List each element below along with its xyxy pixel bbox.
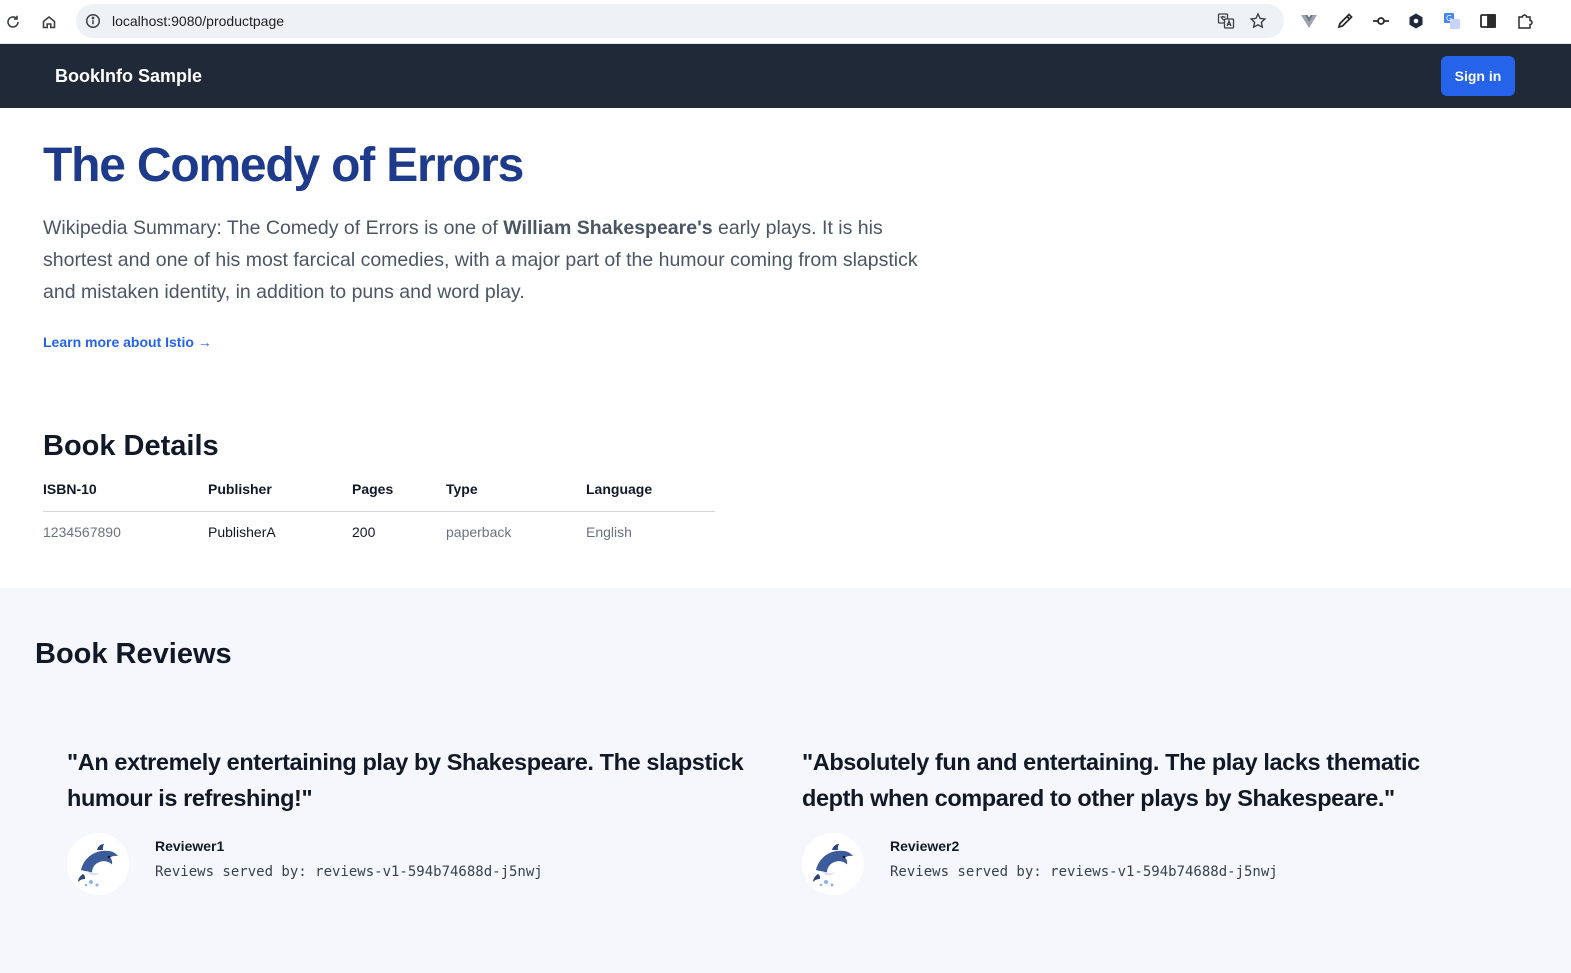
vue-devtools-icon[interactable]	[1298, 10, 1320, 32]
eyedropper-icon[interactable]	[1334, 10, 1356, 32]
svg-text:G: G	[1446, 14, 1452, 23]
cell-publisher: PublisherA	[208, 524, 276, 541]
book-reviews-heading: Book Reviews	[35, 638, 232, 670]
git-commit-icon[interactable]	[1370, 10, 1392, 32]
review-text: "Absolutely fun and entertaining. The pl…	[802, 749, 1420, 811]
review-card: "Absolutely fun and entertaining. The pl…	[802, 744, 1482, 895]
dolphin-avatar-icon	[67, 833, 129, 895]
reload-icon[interactable]	[2, 11, 24, 33]
header-pages: Pages	[352, 468, 446, 512]
cell-language: English	[586, 524, 632, 541]
review-card: "An extremely entertaining play by Shake…	[67, 744, 747, 895]
header-publisher: Publisher	[208, 468, 352, 512]
brand-title[interactable]: BookInfo Sample	[55, 44, 202, 108]
reviewer-name: Reviewer1	[155, 838, 225, 854]
book-details-heading: Book Details	[43, 430, 219, 462]
book-summary: Wikipedia Summary: The Comedy of Errors …	[43, 212, 943, 308]
learn-more-link[interactable]: Learn more about Istio →	[43, 334, 212, 350]
summary-prefix: Wikipedia Summary: The Comedy of Errors …	[43, 217, 504, 239]
header-type: Type	[446, 468, 586, 512]
reviewer-name: Reviewer2	[890, 838, 960, 854]
home-icon[interactable]	[38, 11, 60, 33]
table-header-row: ISBN-10 Publisher Pages Type Language	[43, 468, 715, 512]
cell-type: paperback	[446, 524, 512, 541]
info-icon[interactable]	[82, 10, 104, 32]
served-by-text: Reviews served by: reviews-v1-594b74688d…	[890, 864, 1278, 880]
sign-in-button[interactable]: Sign in	[1441, 56, 1515, 96]
cell-pages: 200	[352, 524, 376, 541]
sidepanel-icon[interactable]	[1477, 10, 1499, 32]
reviewer-info: Reviewer2 Reviews served by: reviews-v1-…	[802, 833, 1482, 895]
header-isbn: ISBN-10	[43, 468, 208, 512]
dolphin-avatar-icon	[802, 833, 864, 895]
book-details-table: ISBN-10 Publisher Pages Type Language 12…	[43, 468, 715, 553]
address-bar[interactable]: localhost:9080/productpage	[76, 4, 1284, 38]
summary-author: William Shakespeare's	[503, 217, 713, 239]
cell-isbn: 1234567890	[43, 524, 121, 541]
google-translate-icon[interactable]: G	[1441, 10, 1463, 32]
served-by-text: Reviews served by: reviews-v1-594b74688d…	[155, 864, 543, 880]
app-navbar: BookInfo Sample Sign in	[0, 44, 1571, 108]
translate-icon[interactable]	[1216, 11, 1236, 31]
browser-toolbar: localhost:9080/productpage G	[0, 0, 1571, 44]
table-row: 1234567890 PublisherA 200 paperback Engl…	[43, 511, 715, 553]
puzzle-extensions-icon[interactable]	[1514, 10, 1536, 32]
star-icon[interactable]	[1248, 11, 1268, 31]
hexagon-extension-icon[interactable]	[1405, 10, 1427, 32]
header-language: Language	[586, 468, 715, 512]
review-text: "An extremely entertaining play by Shake…	[67, 749, 744, 811]
reviewer-info: Reviewer1 Reviews served by: reviews-v1-…	[67, 833, 747, 895]
book-reviews-section: Book Reviews "An extremely entertaining …	[0, 588, 1571, 973]
book-title: The Comedy of Errors	[43, 139, 524, 192]
url-text[interactable]: localhost:9080/productpage	[112, 4, 284, 38]
